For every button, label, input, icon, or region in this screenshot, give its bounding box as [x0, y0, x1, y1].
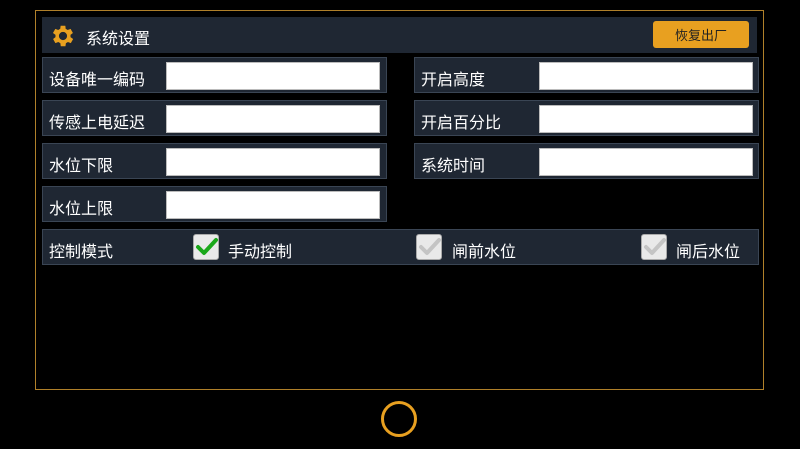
water-upper-limit-input[interactable] — [166, 191, 380, 219]
water-lower-limit-input[interactable] — [166, 148, 380, 176]
open-percent-label: 开启百分比 — [421, 113, 502, 132]
title-bar: 系统设置 恢复出厂 — [42, 17, 757, 53]
open-height-input[interactable] — [539, 62, 753, 90]
check-icon — [196, 238, 218, 255]
control-mode-row: 控制模式 手动控制 闸前水位 闸后水位 — [42, 229, 759, 265]
upstream-level-checkbox[interactable] — [416, 234, 442, 260]
home-button[interactable] — [381, 401, 417, 437]
settings-panel: 系统设置 恢复出厂 设备唯一编码 传感上电延迟 水位下限 水位上限 开启高度 开… — [35, 10, 764, 390]
check-icon — [419, 238, 441, 255]
restore-factory-button[interactable]: 恢复出厂 — [653, 21, 749, 48]
water-lower-limit-row: 水位下限 — [42, 143, 387, 179]
device-id-label: 设备唯一编码 — [49, 70, 146, 89]
water-lower-limit-label: 水位下限 — [49, 156, 114, 175]
sensor-delay-input[interactable] — [166, 105, 380, 133]
open-height-label: 开启高度 — [421, 70, 486, 89]
gear-icon — [52, 25, 74, 47]
manual-control-label: 手动控制 — [228, 242, 293, 261]
control-mode-label: 控制模式 — [49, 242, 114, 261]
check-icon — [644, 238, 666, 255]
sensor-delay-label: 传感上电延迟 — [49, 113, 146, 132]
upstream-level-label: 闸前水位 — [452, 242, 517, 261]
system-time-label: 系统时间 — [421, 156, 486, 175]
downstream-level-checkbox[interactable] — [641, 234, 667, 260]
sensor-delay-row: 传感上电延迟 — [42, 100, 387, 136]
open-height-row: 开启高度 — [414, 57, 759, 93]
page-title: 系统设置 — [86, 29, 151, 48]
system-time-row: 系统时间 — [414, 143, 759, 179]
downstream-level-label: 闸后水位 — [676, 242, 741, 261]
device-id-row: 设备唯一编码 — [42, 57, 387, 93]
open-percent-input[interactable] — [539, 105, 753, 133]
system-time-input[interactable] — [539, 148, 753, 176]
manual-control-checkbox[interactable] — [193, 234, 219, 260]
open-percent-row: 开启百分比 — [414, 100, 759, 136]
water-upper-limit-row: 水位上限 — [42, 186, 387, 222]
device-id-input[interactable] — [166, 62, 380, 90]
water-upper-limit-label: 水位上限 — [49, 199, 114, 218]
